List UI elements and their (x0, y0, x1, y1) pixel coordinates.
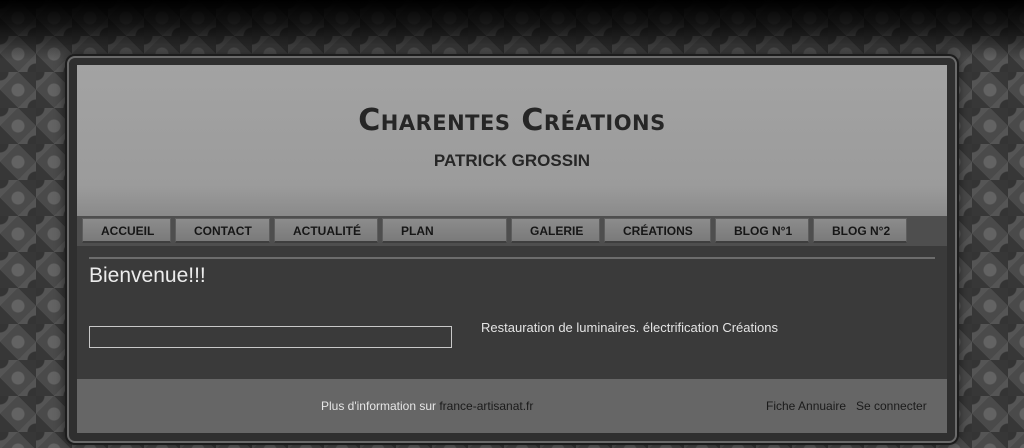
fiche-annuaire-link[interactable]: Fiche Annuaire (766, 399, 846, 413)
footer-info: Plus d'information sur france-artisanat.… (321, 399, 533, 413)
nav-item-creations[interactable]: CRÉATIONS (604, 218, 711, 243)
site-title: Charentes Créations (358, 103, 666, 138)
nav-item-actualite[interactable]: ACTUALITÉ (274, 218, 378, 243)
nav-item-galerie[interactable]: GALERIE (511, 218, 600, 243)
site-header: Charentes Créations PATRICK GROSSIN (77, 65, 947, 216)
welcome-heading: Bienvenue!!! (89, 264, 206, 287)
page-container: Charentes Créations PATRICK GROSSIN ACCU… (77, 65, 947, 433)
se-connecter-link[interactable]: Se connecter (856, 399, 927, 413)
content-text-box[interactable] (89, 326, 452, 348)
nav-item-accueil[interactable]: ACCUEIL (82, 218, 171, 243)
background-top-shade (0, 0, 1024, 60)
page-frame: Charentes Créations PATRICK GROSSIN ACCU… (67, 56, 957, 443)
description-text: Restauration de luminaires. électrificat… (481, 320, 778, 335)
nav-item-blog-2[interactable]: BLOG N°2 (813, 218, 907, 243)
content-divider (89, 257, 935, 259)
france-artisanat-link[interactable]: france-artisanat.fr (439, 399, 533, 413)
footer-info-prefix: Plus d'information sur (321, 399, 440, 413)
nav-item-contact[interactable]: CONTACT (175, 218, 270, 243)
nav-item-blog-1[interactable]: BLOG N°1 (715, 218, 809, 243)
site-footer: Plus d'information sur france-artisanat.… (77, 379, 947, 433)
main-navigation: ACCUEIL CONTACT ACTUALITÉ PLAN GALERIE C… (77, 216, 947, 246)
nav-item-plan[interactable]: PLAN (382, 218, 507, 243)
site-subtitle: PATRICK GROSSIN (433, 151, 591, 170)
